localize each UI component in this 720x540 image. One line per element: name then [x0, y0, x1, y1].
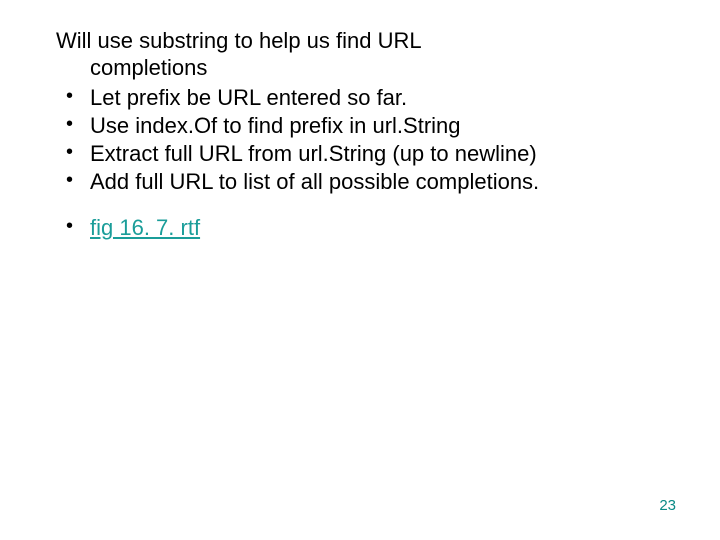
- lead-line-1: Will use substring to help us find URL: [56, 28, 422, 53]
- bullet-list: Let prefix be URL entered so far. Use in…: [56, 84, 680, 243]
- lead-line-2: completions: [56, 55, 680, 82]
- list-item: Use index.Of to find prefix in url.Strin…: [56, 112, 680, 140]
- list-item-link: fig 16. 7. rtf: [56, 214, 680, 242]
- page-number: 23: [659, 497, 676, 514]
- list-item: Add full URL to list of all possible com…: [56, 168, 680, 196]
- list-item: Let prefix be URL entered so far.: [56, 84, 680, 112]
- list-item: Extract full URL from url.String (up to …: [56, 140, 680, 168]
- bullet-text: Extract full URL from url.String (up to …: [90, 141, 537, 166]
- file-link[interactable]: fig 16. 7. rtf: [90, 215, 200, 240]
- lead-paragraph: Will use substring to help us find URL c…: [56, 28, 680, 82]
- slide-content: Will use substring to help us find URL c…: [0, 0, 720, 242]
- bullet-text: Add full URL to list of all possible com…: [90, 169, 539, 194]
- bullet-text: Use index.Of to find prefix in url.Strin…: [90, 113, 461, 138]
- bullet-text: Let prefix be URL entered so far.: [90, 85, 407, 110]
